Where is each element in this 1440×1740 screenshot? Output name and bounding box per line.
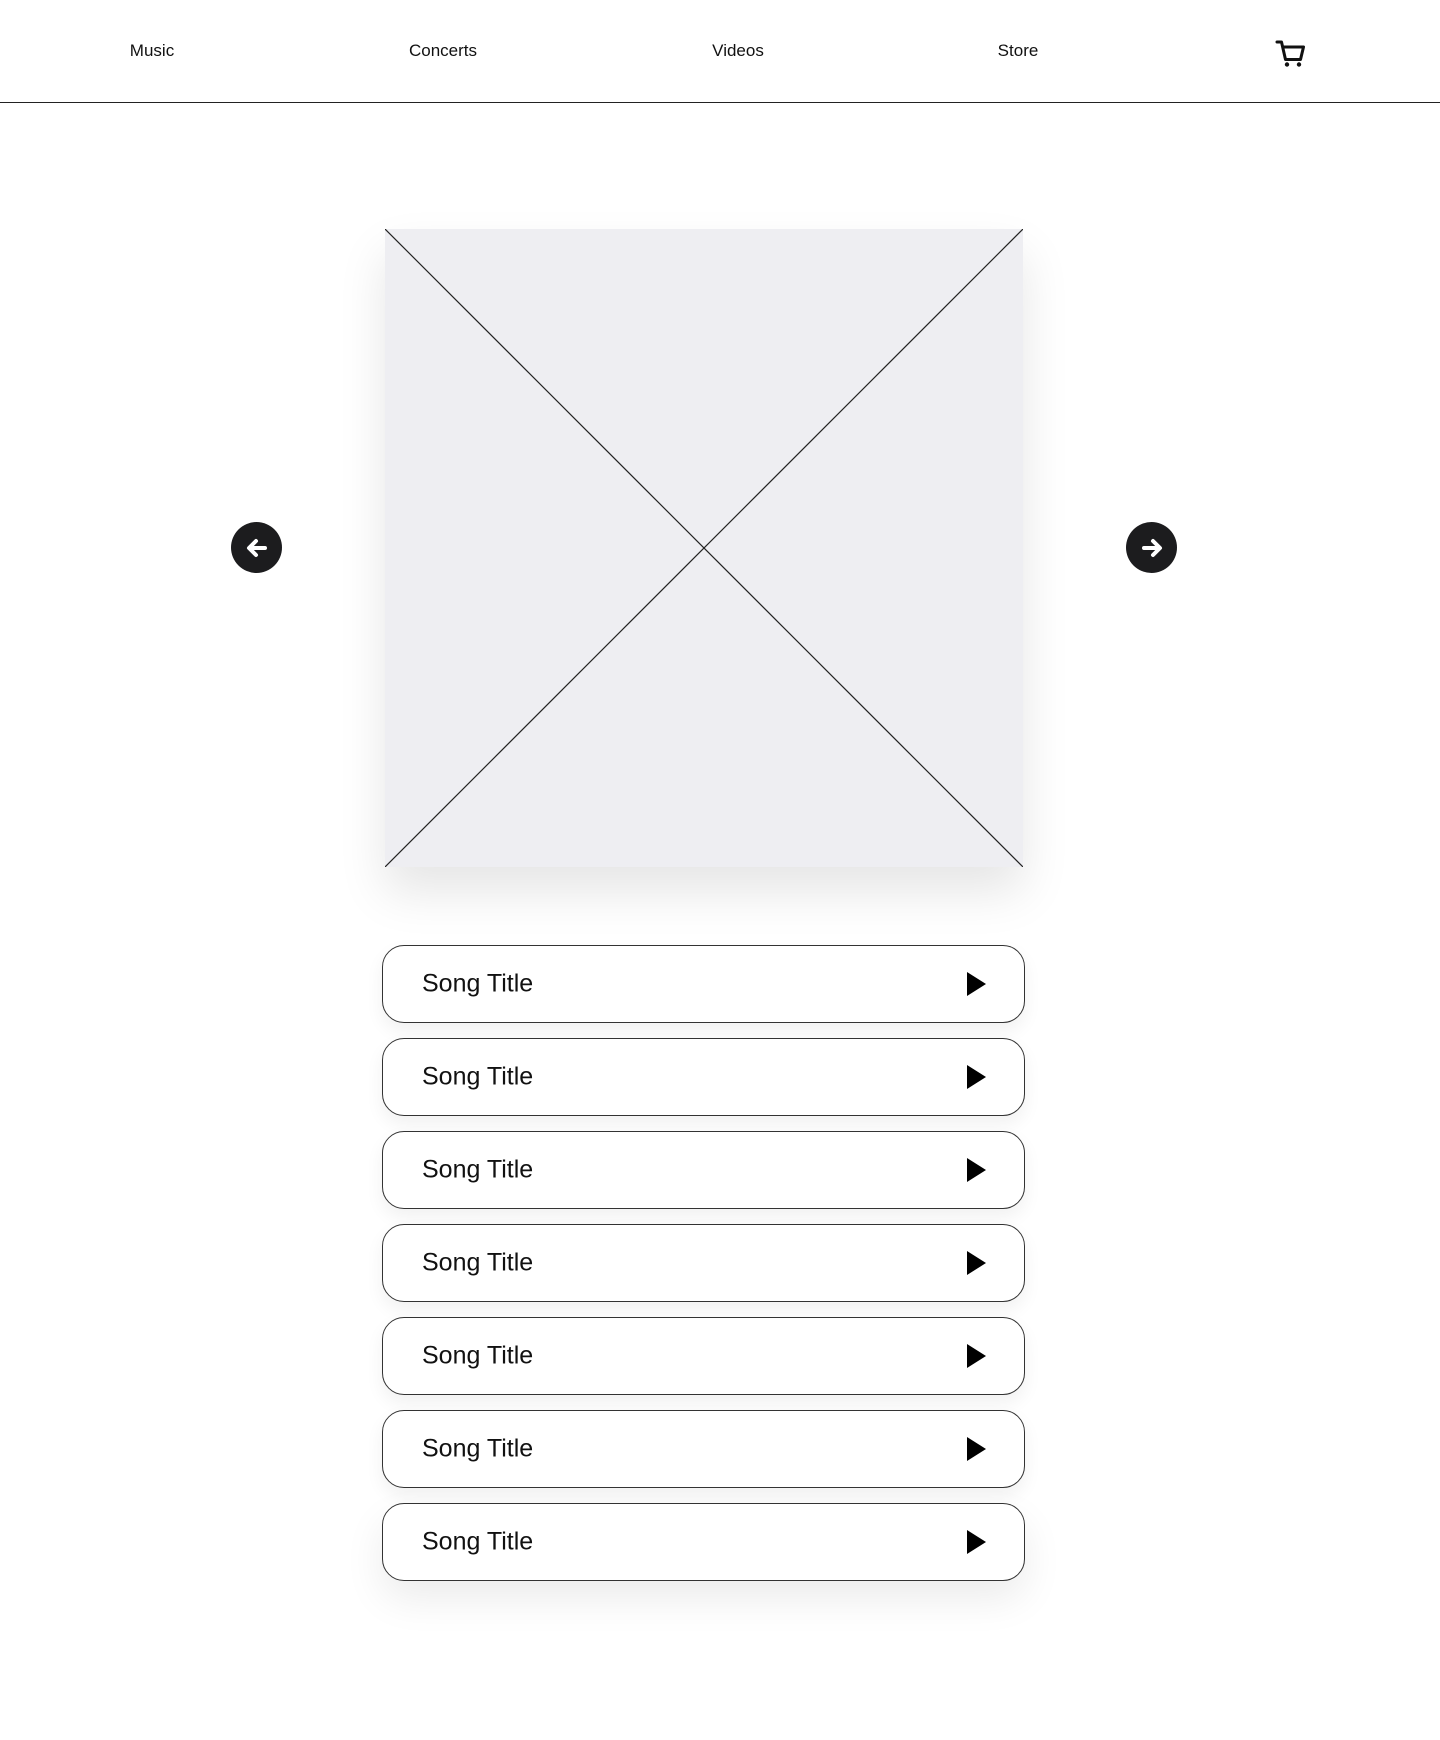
play-icon [967, 1344, 986, 1368]
play-icon [967, 1530, 986, 1554]
song-item[interactable]: Song Title [382, 945, 1025, 1023]
song-title: Song Title [422, 1527, 534, 1556]
play-icon [967, 1251, 986, 1275]
song-item[interactable]: Song Title [382, 1317, 1025, 1395]
song-title: Song Title [422, 969, 534, 998]
play-icon [967, 1437, 986, 1461]
play-button[interactable] [963, 1250, 989, 1276]
song-item[interactable]: Song Title [382, 1224, 1025, 1302]
song-title: Song Title [422, 1341, 534, 1370]
top-navigation: Music Concerts Videos Store [0, 0, 1440, 103]
song-title: Song Title [422, 1248, 534, 1277]
play-button[interactable] [963, 1529, 989, 1555]
play-button[interactable] [963, 971, 989, 997]
song-item[interactable]: Song Title [382, 1038, 1025, 1116]
play-icon [967, 1158, 986, 1182]
nav-link-concerts[interactable]: Concerts [409, 41, 477, 61]
play-icon [967, 1065, 986, 1089]
next-image-button[interactable] [1126, 522, 1177, 573]
arrow-right-icon [1141, 538, 1162, 557]
previous-image-button[interactable] [231, 522, 282, 573]
song-list: Song Title Song Title Song Title Song Ti… [382, 945, 1025, 1581]
song-title: Song Title [422, 1155, 534, 1184]
nav-link-videos[interactable]: Videos [712, 41, 764, 61]
nav-link-music[interactable]: Music [130, 41, 174, 61]
play-button[interactable] [963, 1157, 989, 1183]
play-icon [967, 972, 986, 996]
nav-link-store[interactable]: Store [998, 41, 1039, 61]
song-title: Song Title [422, 1062, 534, 1091]
cart-button[interactable] [1273, 35, 1307, 69]
song-item[interactable]: Song Title [382, 1503, 1025, 1581]
song-title: Song Title [422, 1434, 534, 1463]
play-button[interactable] [963, 1436, 989, 1462]
play-button[interactable] [963, 1343, 989, 1369]
song-item[interactable]: Song Title [382, 1131, 1025, 1209]
play-button[interactable] [963, 1064, 989, 1090]
image-placeholder [385, 229, 1023, 867]
shopping-cart-icon [1275, 40, 1305, 67]
arrow-left-icon [246, 538, 267, 557]
song-item[interactable]: Song Title [382, 1410, 1025, 1488]
